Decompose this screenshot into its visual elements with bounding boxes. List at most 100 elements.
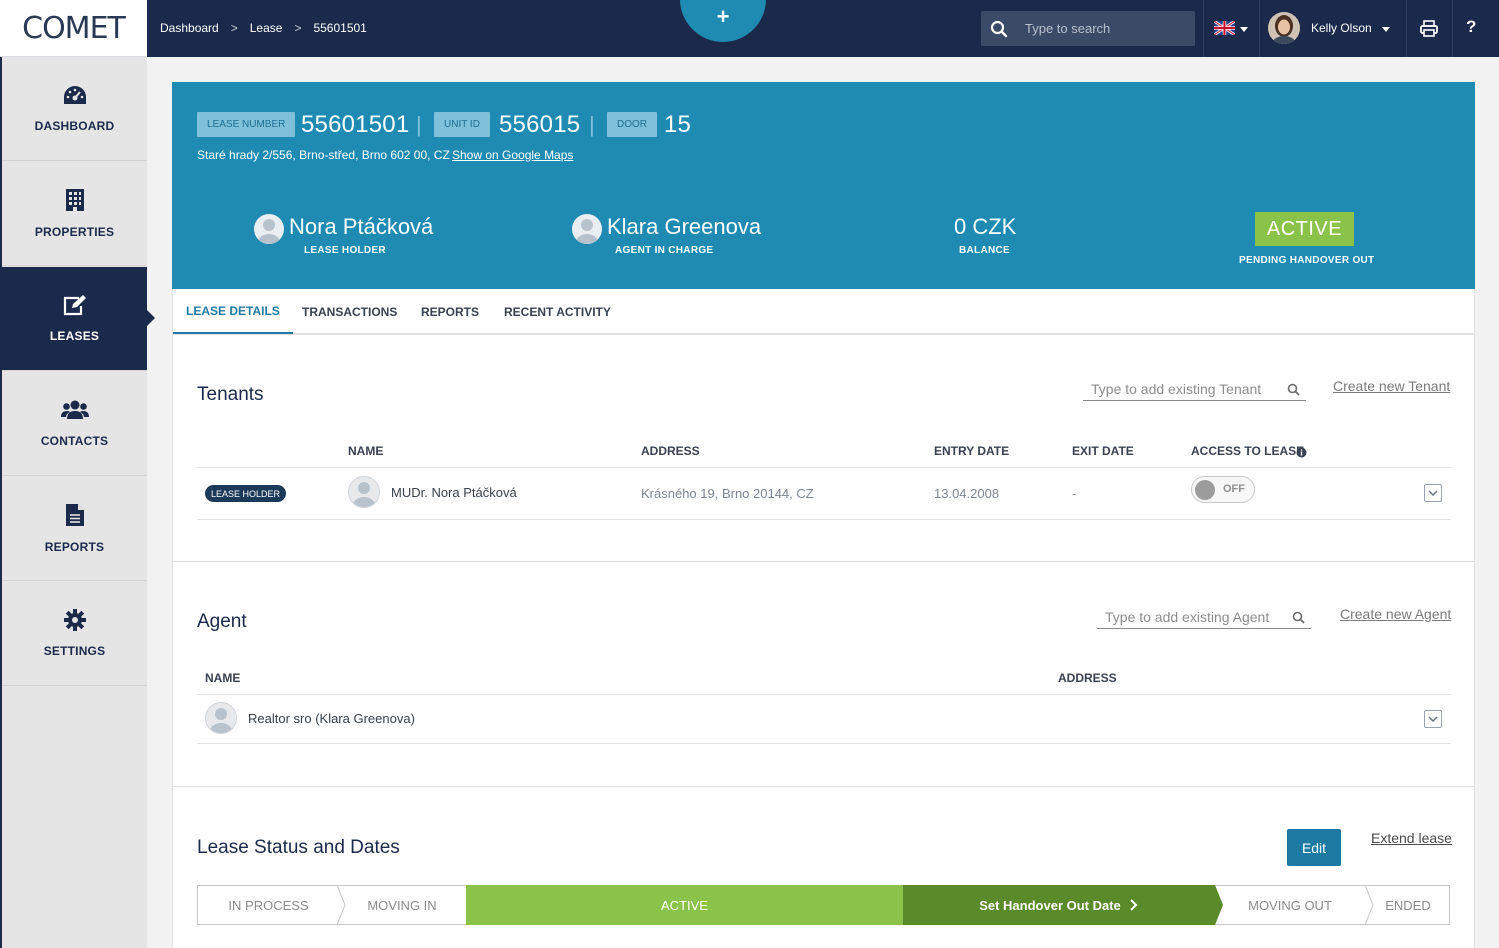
tenant-search-input[interactable] bbox=[1083, 380, 1306, 397]
logo-text: COMET bbox=[22, 10, 126, 46]
step-active: ACTIVE bbox=[661, 897, 708, 913]
agent-in-charge-name[interactable]: Klara Greenova bbox=[607, 214, 761, 240]
gear-icon bbox=[63, 609, 86, 636]
global-search-input[interactable] bbox=[1017, 21, 1187, 36]
divider: | bbox=[416, 112, 422, 137]
user-avatar[interactable] bbox=[1268, 12, 1300, 44]
lease-holder-name[interactable]: Nora Ptáčková bbox=[289, 214, 433, 240]
agent-search-input[interactable] bbox=[1097, 608, 1311, 625]
sidebar-item-settings[interactable]: SETTINGS bbox=[2, 582, 147, 686]
table-divider bbox=[197, 519, 1451, 520]
step-moving-out: MOVING OUT bbox=[1248, 897, 1332, 913]
chevron-down-icon bbox=[1428, 490, 1438, 496]
building-icon bbox=[65, 188, 85, 217]
search-icon[interactable] bbox=[1287, 383, 1300, 401]
tenant-exit-date: - bbox=[1072, 486, 1077, 501]
row-menu-button[interactable] bbox=[1424, 484, 1442, 502]
chevron-down-icon[interactable] bbox=[1382, 27, 1390, 32]
search-icon[interactable] bbox=[981, 20, 1017, 38]
table-divider bbox=[197, 694, 1451, 695]
agent-in-charge-role: AGENT IN CHARGE bbox=[615, 245, 714, 256]
search-icon[interactable] bbox=[1292, 611, 1305, 629]
toggle-label: OFF bbox=[1223, 483, 1245, 495]
toggle-knob bbox=[1195, 480, 1215, 500]
column-header-exit-date[interactable]: EXIT DATE bbox=[1072, 444, 1134, 458]
extend-lease-link[interactable]: Extend lease bbox=[1371, 830, 1452, 846]
agent-avatar bbox=[572, 214, 602, 244]
print-icon[interactable] bbox=[1420, 20, 1438, 42]
divider bbox=[1406, 0, 1407, 57]
divider bbox=[1452, 0, 1453, 57]
table-divider bbox=[197, 467, 1451, 468]
sidebar-item-label: REPORTS bbox=[44, 540, 105, 554]
tab-recent-activity[interactable]: RECENT ACTIVITY bbox=[504, 289, 611, 334]
agent-search bbox=[1097, 605, 1311, 629]
divider bbox=[1259, 0, 1260, 57]
users-icon bbox=[60, 399, 89, 426]
chevron-down-icon[interactable] bbox=[1240, 27, 1248, 32]
lease-status-badge: ACTIVE bbox=[1255, 212, 1354, 246]
chevron-down-icon bbox=[1428, 716, 1438, 722]
edit-button[interactable]: Edit bbox=[1287, 829, 1341, 866]
quick-add-button[interactable]: + bbox=[680, 0, 766, 42]
column-header-address[interactable]: ADDRESS bbox=[1058, 671, 1117, 685]
column-header-entry-date[interactable]: ENTRY DATE bbox=[934, 444, 1009, 458]
dashboard-icon bbox=[62, 84, 88, 111]
create-tenant-link[interactable]: Create new Tenant bbox=[1333, 378, 1450, 394]
lease-holder-role: LEASE HOLDER bbox=[304, 245, 386, 256]
agent-title: Agent bbox=[197, 611, 247, 632]
step-action-label: Set Handover Out Date bbox=[979, 897, 1121, 913]
step-in-process: IN PROCESS bbox=[228, 897, 309, 913]
user-name[interactable]: Kelly Olson bbox=[1311, 21, 1372, 35]
step-ended: ENDED bbox=[1385, 897, 1431, 913]
divider: | bbox=[589, 112, 595, 137]
access-toggle[interactable]: OFF bbox=[1191, 476, 1255, 503]
create-agent-link[interactable]: Create new Agent bbox=[1340, 606, 1451, 622]
info-icon[interactable] bbox=[1296, 445, 1307, 463]
tenant-name[interactable]: MUDr. Nora Ptáčková bbox=[391, 485, 517, 500]
column-header-address[interactable]: ADDRESS bbox=[641, 444, 700, 458]
sidebar-item-properties[interactable]: PROPERTIES bbox=[2, 162, 147, 266]
sidebar-item-reports[interactable]: REPORTS bbox=[2, 477, 147, 581]
lease-status-substatus: PENDING HANDOVER OUT bbox=[1239, 255, 1375, 266]
sidebar-item-contacts[interactable]: CONTACTS bbox=[2, 372, 147, 476]
agent-panel: Agent Create new Agent NAME ADDRESS Real… bbox=[172, 561, 1475, 787]
lease-holder-avatar bbox=[254, 214, 284, 244]
google-maps-link[interactable]: Show on Google Maps bbox=[452, 148, 573, 162]
tenant-address: Krásného 19, Brno 20144, CZ bbox=[641, 486, 814, 501]
active-nav-indicator bbox=[147, 310, 155, 326]
sidebar: DASHBOARD PROPERTIES LEASES CONTACTS REP… bbox=[0, 57, 147, 948]
breadcrumb: Dashboard > Lease > 55601501 bbox=[160, 21, 367, 35]
lease-number: 55601501 bbox=[301, 111, 410, 138]
uk-flag-icon[interactable] bbox=[1214, 21, 1235, 35]
breadcrumb-dashboard[interactable]: Dashboard bbox=[160, 21, 219, 35]
tenant-avatar bbox=[348, 476, 380, 508]
chevron-right-icon bbox=[1130, 899, 1138, 911]
table-divider bbox=[197, 743, 1451, 744]
column-header-access[interactable]: ACCESS TO LEASE bbox=[1191, 444, 1304, 458]
tenant-entry-date: 13.04.2008 bbox=[934, 486, 1000, 501]
breadcrumb-separator: > bbox=[230, 21, 238, 35]
door-number: 15 bbox=[664, 111, 692, 138]
breadcrumb-lease[interactable]: Lease bbox=[250, 21, 283, 35]
divider bbox=[1203, 0, 1204, 57]
sidebar-item-label: SETTINGS bbox=[43, 644, 106, 658]
lease-holder-badge: LEASE HOLDER bbox=[205, 485, 287, 502]
tab-reports[interactable]: REPORTS bbox=[421, 289, 479, 334]
column-header-name[interactable]: NAME bbox=[205, 671, 240, 685]
tenants-panel: Tenants Create new Tenant NAME ADDRESS E… bbox=[172, 334, 1475, 562]
sidebar-item-leases[interactable]: LEASES bbox=[2, 267, 147, 371]
sidebar-item-label: DASHBOARD bbox=[34, 119, 115, 133]
tab-transactions[interactable]: TRANSACTIONS bbox=[302, 289, 397, 334]
global-search bbox=[981, 11, 1195, 46]
balance-value: 0 CZK bbox=[954, 214, 1017, 239]
app-logo[interactable]: COMET bbox=[0, 0, 147, 57]
set-handover-out-date-button[interactable]: Set Handover Out Date bbox=[903, 885, 1215, 925]
lease-tabs: LEASE DETAILS TRANSACTIONS REPORTS RECEN… bbox=[172, 289, 1475, 334]
agent-row-name[interactable]: Realtor sro (Klara Greenova) bbox=[248, 711, 415, 726]
column-header-name[interactable]: NAME bbox=[348, 444, 383, 458]
row-menu-button[interactable] bbox=[1424, 710, 1442, 728]
help-icon[interactable]: ? bbox=[1466, 17, 1476, 37]
tab-lease-details[interactable]: LEASE DETAILS bbox=[173, 289, 293, 334]
sidebar-item-dashboard[interactable]: DASHBOARD bbox=[2, 57, 147, 161]
